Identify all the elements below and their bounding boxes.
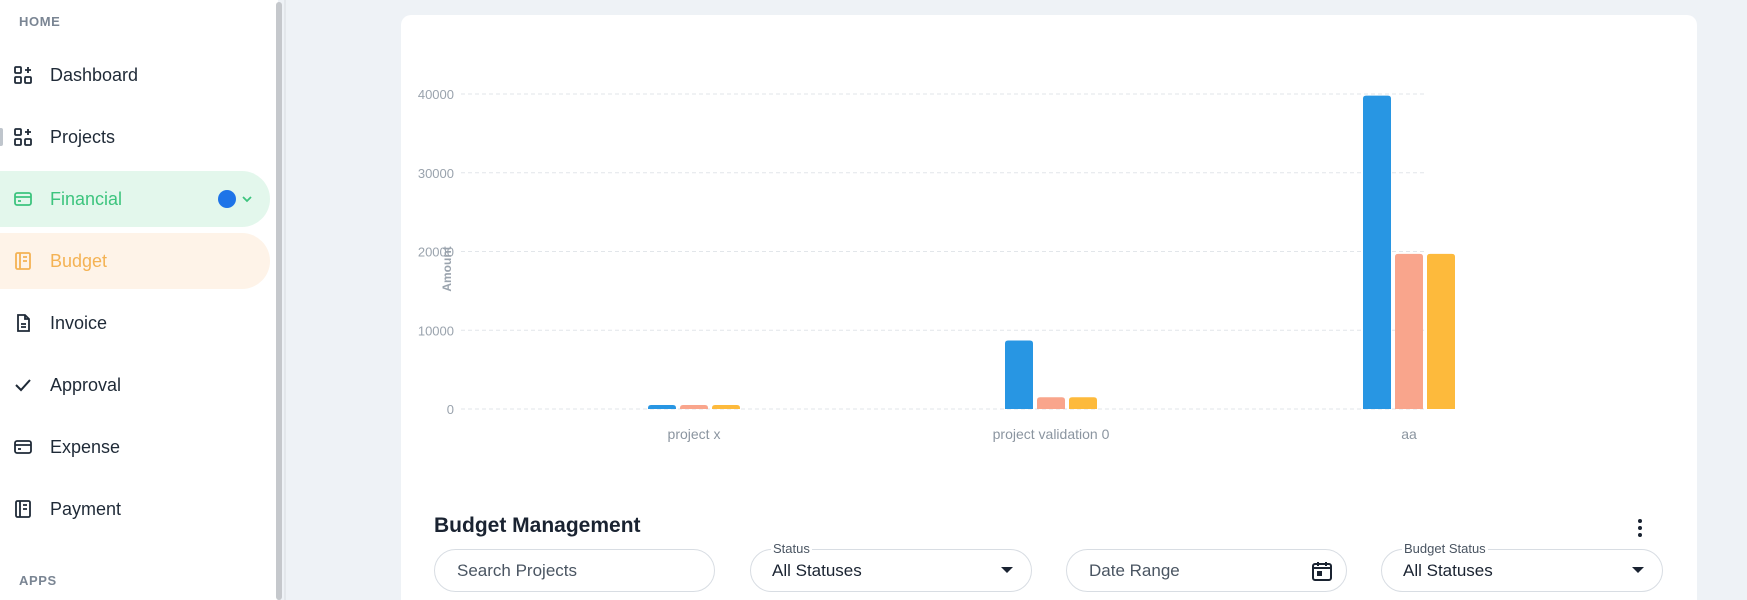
expense-icon bbox=[12, 436, 34, 458]
payment-icon bbox=[12, 498, 34, 520]
chart-bar bbox=[1069, 397, 1097, 409]
budget-status-select[interactable]: Budget Status All Statuses bbox=[1381, 541, 1663, 592]
notification-dot bbox=[218, 190, 236, 208]
check-icon bbox=[12, 374, 34, 396]
y-tick-label: 30000 bbox=[418, 166, 454, 181]
y-axis-label: Amount bbox=[440, 246, 454, 291]
y-tick-label: 10000 bbox=[418, 323, 454, 338]
sidebar-item-label: Projects bbox=[50, 126, 116, 147]
chart-svg: 010000200003000040000Amountproject x proj… bbox=[418, 87, 1455, 442]
x-tick-label: project x bbox=[668, 426, 721, 442]
financial-icon bbox=[12, 188, 34, 210]
budget-bar-chart: 0 10000 20000 30000 40000 Amount project x proj… bbox=[401, 15, 1697, 495]
calendar-icon[interactable] bbox=[1310, 559, 1334, 583]
sidebar-item-label: Financial bbox=[50, 188, 123, 209]
y-tick-label: 40000 bbox=[418, 87, 454, 102]
status-value: All Statuses bbox=[772, 561, 862, 580]
budget-status-label: Budget Status bbox=[1402, 541, 1488, 556]
sidebar-item-invoice[interactable]: Invoice bbox=[0, 295, 270, 351]
date-range-field[interactable] bbox=[1066, 549, 1347, 592]
chevron-down-icon[interactable] bbox=[240, 192, 254, 206]
x-tick-label: project validation 0 bbox=[993, 426, 1110, 442]
x-tick-label: aa bbox=[1401, 426, 1417, 442]
sidebar-item-financial[interactable]: Financial bbox=[0, 171, 270, 227]
y-tick-label: 0 bbox=[447, 402, 454, 417]
budget-status-value: All Statuses bbox=[1403, 561, 1493, 580]
sidebar-item-budget[interactable]: Budget bbox=[0, 233, 270, 289]
search-projects-field[interactable] bbox=[434, 549, 715, 592]
chart-bar bbox=[1427, 253, 1455, 409]
search-input[interactable] bbox=[457, 561, 657, 581]
chart-bar bbox=[1005, 340, 1033, 409]
status-select[interactable]: Status All Statuses bbox=[750, 541, 1032, 592]
caret-down-icon bbox=[1001, 567, 1013, 573]
projects-icon bbox=[12, 126, 34, 148]
sidebar-item-label: Budget bbox=[50, 250, 108, 271]
budget-icon bbox=[12, 250, 34, 272]
sidebar-item-label: Dashboard bbox=[50, 64, 139, 85]
sidebar-item-approval[interactable]: Approval bbox=[0, 357, 270, 413]
budget-management-title: Budget Management bbox=[434, 514, 641, 537]
caret-down-icon bbox=[1632, 567, 1644, 573]
chart-bar bbox=[1037, 397, 1065, 409]
status-label: Status bbox=[771, 541, 812, 556]
chart-bar bbox=[712, 405, 740, 409]
sidebar-item-dashboard[interactable]: Dashboard bbox=[0, 47, 270, 103]
invoice-icon bbox=[12, 312, 34, 334]
sidebar-divider bbox=[284, 0, 286, 600]
dashboard-icon bbox=[12, 64, 34, 86]
sidebar-item-label: Invoice bbox=[50, 312, 108, 333]
date-range-input[interactable] bbox=[1089, 561, 1289, 581]
chart-bar bbox=[1395, 253, 1423, 409]
chart-bar bbox=[648, 405, 676, 409]
section-label-apps: APPS bbox=[19, 573, 57, 588]
chart-bar bbox=[1363, 95, 1391, 409]
sidebar-item-label: Payment bbox=[50, 498, 122, 519]
more-options-icon[interactable] bbox=[1630, 515, 1650, 541]
sidebar-item-label: Approval bbox=[50, 374, 122, 395]
sidebar-item-projects[interactable]: Projects bbox=[0, 109, 270, 165]
sidebar-item-label: Expense bbox=[50, 436, 121, 457]
section-label-home: HOME bbox=[19, 14, 61, 29]
sidebar-item-payment[interactable]: Payment bbox=[0, 481, 270, 537]
sidebar: HOME Dashboard Projects Financial Budget… bbox=[0, 0, 278, 600]
sidebar-item-expense[interactable]: Expense bbox=[0, 419, 270, 475]
chart-bar bbox=[680, 405, 708, 409]
sidebar-scrollbar[interactable] bbox=[276, 2, 282, 600]
